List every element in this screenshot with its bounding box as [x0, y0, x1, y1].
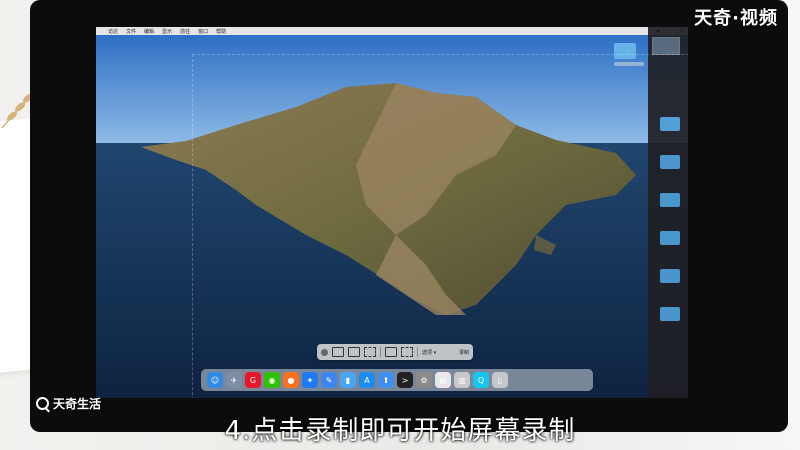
folder-icon[interactable] — [660, 193, 680, 207]
mac-screen: 访达 文件 编辑 显示 前往 窗口 帮助 ● ◠ ⌕ ☰ — [96, 27, 688, 398]
desktop-sidebar — [648, 27, 688, 398]
folder-icon[interactable] — [660, 269, 680, 283]
dock: ☺ ✈ G ◉ ● ✦ ✎ ▮ A ⬆ > ⚙ ▤ ▥ Q ▯ — [201, 369, 593, 391]
desktop-folder-label — [614, 62, 644, 66]
capture-window-button[interactable] — [348, 347, 360, 357]
folder-icon[interactable] — [660, 117, 680, 131]
screenshot-thumbnail[interactable] — [652, 37, 680, 55]
menu-item-edit[interactable]: 编辑 — [144, 28, 154, 35]
capture-screen-button[interactable] — [332, 347, 344, 357]
finder-icon[interactable]: ☺ — [207, 372, 223, 388]
menu-item-finder[interactable]: 访达 — [108, 28, 118, 35]
weibo-icon[interactable]: G — [245, 372, 261, 388]
terminal-icon[interactable]: > — [397, 372, 413, 388]
safari-icon[interactable]: ✦ — [302, 372, 318, 388]
folder-icon[interactable] — [660, 155, 680, 169]
record-screen-button[interactable] — [385, 347, 397, 357]
record-button[interactable]: 录制 — [459, 349, 469, 356]
system-preferences-icon[interactable]: ⚙ — [416, 372, 432, 388]
notes-icon[interactable]: ▮ — [340, 372, 356, 388]
options-dropdown[interactable]: 选项 ▾ — [422, 349, 436, 356]
search-icon — [36, 397, 49, 410]
quicktime-icon[interactable]: Q — [473, 372, 489, 388]
subtitle-caption: 4.点击录制即可开始屏幕录制 — [224, 416, 576, 446]
toolbar-divider — [380, 347, 381, 357]
brand-logo: 天奇·视频 — [694, 8, 778, 29]
screenshot-toolbar: 选项 ▾ 录制 — [317, 344, 473, 360]
preview-icon[interactable]: ▥ — [454, 372, 470, 388]
menu-item-file[interactable]: 文件 — [126, 28, 136, 35]
menu-item-go[interactable]: 前往 — [180, 28, 190, 35]
menu-bar: 访达 文件 编辑 显示 前往 窗口 帮助 ● ◠ ⌕ ☰ — [96, 27, 688, 35]
folder-icon[interactable] — [660, 307, 680, 321]
trash-icon[interactable]: ▯ — [492, 372, 508, 388]
close-icon[interactable] — [321, 348, 328, 356]
capture-selection-button[interactable] — [364, 347, 376, 357]
menu-item-help[interactable]: 帮助 — [216, 28, 226, 35]
menu-item-view[interactable]: 显示 — [162, 28, 172, 35]
xcode-icon[interactable]: ✎ — [321, 372, 337, 388]
wechat-icon[interactable]: ◉ — [264, 372, 280, 388]
launchpad-icon[interactable]: ✈ — [226, 372, 242, 388]
desktop-folder-icon[interactable] — [614, 43, 636, 59]
app-store-icon[interactable]: A — [359, 372, 375, 388]
folder-icon[interactable] — [660, 231, 680, 245]
textedit-icon[interactable]: ▤ — [435, 372, 451, 388]
firefox-icon[interactable]: ● — [283, 372, 299, 388]
menu-item-window[interactable]: 窗口 — [198, 28, 208, 35]
record-selection-button[interactable] — [401, 347, 413, 357]
upload-icon[interactable]: ⬆ — [378, 372, 394, 388]
toolbar-divider — [417, 347, 418, 357]
